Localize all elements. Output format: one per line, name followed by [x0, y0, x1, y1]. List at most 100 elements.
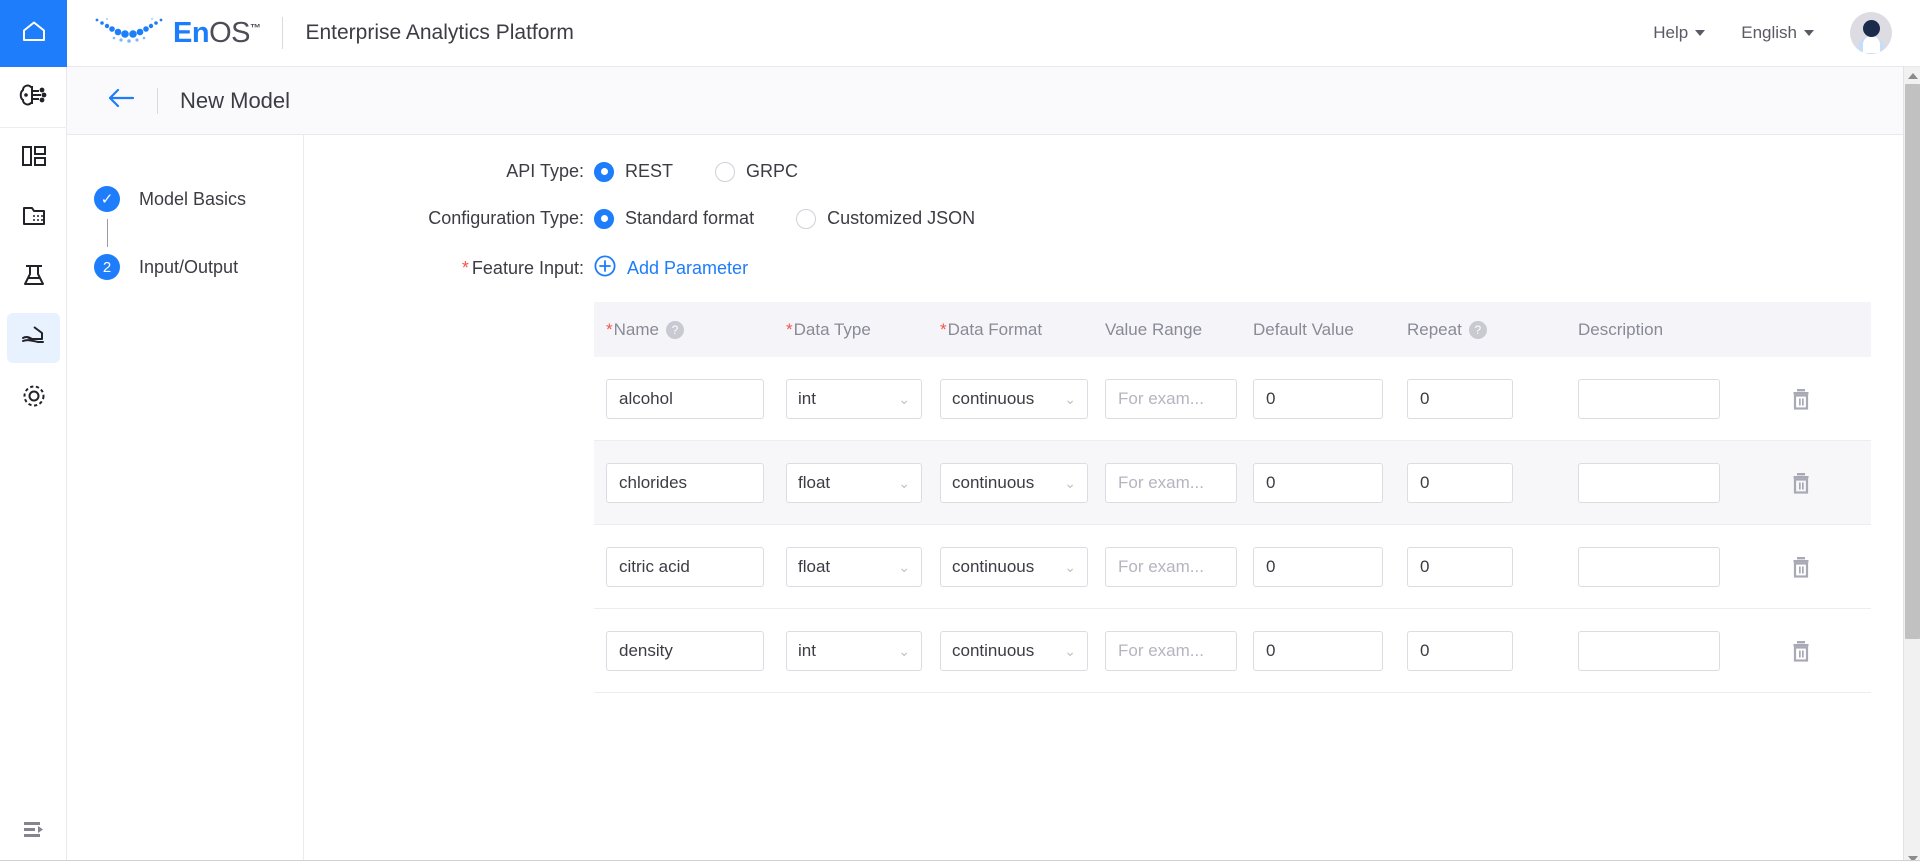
cell-name	[606, 630, 764, 671]
step-model-basics[interactable]: ✓ Model Basics	[67, 179, 303, 219]
configuration-type-row: Configuration Type: Standard format Cust…	[304, 208, 1904, 229]
default-value-input[interactable]	[1253, 462, 1383, 503]
back-button[interactable]	[107, 87, 135, 114]
vertical-scrollbar[interactable]	[1903, 67, 1920, 867]
sidebar-item-experiments[interactable]	[0, 248, 67, 308]
data-type-select[interactable]: int ⌄	[786, 378, 922, 419]
description-input[interactable]	[1578, 378, 1720, 419]
value-range-input[interactable]	[1105, 462, 1237, 503]
delete-row-button[interactable]	[1790, 387, 1812, 411]
sidebar-item-datasets[interactable]	[0, 188, 67, 248]
trash-icon	[1793, 388, 1809, 410]
delete-row-button[interactable]	[1790, 639, 1812, 663]
api-type-radio-group: REST GRPC	[594, 161, 826, 182]
value-range-input[interactable]	[1105, 630, 1237, 671]
radio-config-standard-format[interactable]: Standard format	[594, 208, 754, 229]
data-type-select[interactable]: float ⌄	[786, 546, 922, 587]
collapse-sidebar-icon	[22, 820, 46, 845]
delete-row-button[interactable]	[1790, 555, 1812, 579]
data-type-select[interactable]: int ⌄	[786, 630, 922, 671]
help-menu-label: Help	[1653, 23, 1689, 42]
description-input[interactable]	[1578, 630, 1720, 671]
ai-model-icon	[19, 82, 49, 113]
column-header-description: Description	[1578, 319, 1664, 339]
cell-repeat	[1407, 630, 1540, 671]
repeat-input[interactable]	[1407, 462, 1513, 503]
cell-value-range	[1105, 630, 1237, 671]
sidebar-item-settings[interactable]	[0, 368, 67, 428]
step-input-output[interactable]: 2 Input/Output	[67, 247, 303, 287]
configuration-type-label: Configuration Type:	[428, 208, 584, 228]
delete-row-button[interactable]	[1790, 471, 1812, 495]
data-type-value: float	[798, 556, 831, 576]
value-range-input[interactable]	[1105, 378, 1237, 419]
radio-api-type-rest[interactable]: REST	[594, 161, 673, 182]
scrollbar-thumb[interactable]	[1905, 84, 1920, 639]
top-bar: EnOS™ Enterprise Analytics Platform Help…	[0, 0, 1920, 67]
name-input[interactable]	[606, 630, 764, 671]
data-format-select[interactable]: continuous ⌄	[940, 546, 1088, 587]
column-header-data-type: *Data Type	[786, 320, 922, 340]
default-value-input[interactable]	[1253, 546, 1383, 587]
radio-label-standard-format: Standard format	[625, 208, 755, 228]
page-title: New Model	[180, 87, 291, 113]
data-format-select[interactable]: continuous ⌄	[940, 378, 1088, 419]
add-parameter-button[interactable]: Add Parameter	[594, 255, 748, 282]
cell-repeat	[1407, 462, 1540, 503]
column-header-data-type-text: Data Type	[793, 319, 871, 339]
cell-data-format: continuous ⌄	[940, 378, 1088, 419]
data-format-select[interactable]: continuous ⌄	[940, 630, 1088, 671]
cell-name	[606, 546, 764, 587]
scroll-up-button[interactable]	[1904, 67, 1920, 84]
cell-repeat	[1407, 378, 1540, 419]
help-icon[interactable]: ?	[665, 320, 684, 339]
radio-icon-selected	[594, 208, 614, 229]
dashboard-layout-icon	[21, 144, 47, 173]
help-icon[interactable]: ?	[1468, 320, 1487, 339]
description-input[interactable]	[1578, 462, 1720, 503]
cell-actions	[1756, 387, 1846, 411]
help-menu[interactable]: Help	[1653, 23, 1706, 43]
repeat-input[interactable]	[1407, 378, 1513, 419]
cell-value-range	[1105, 378, 1237, 419]
language-menu[interactable]: English	[1741, 23, 1814, 43]
brand-divider	[282, 17, 284, 49]
cell-data-format: continuous ⌄	[940, 630, 1088, 671]
data-type-value: int	[798, 388, 816, 408]
feature-input-row: * Feature Input: Add Parameter	[304, 255, 1904, 282]
plus-circle-icon	[594, 255, 616, 282]
chevron-down-icon	[1695, 30, 1706, 36]
enos-swoosh-icon	[91, 14, 169, 53]
default-value-input[interactable]	[1253, 378, 1383, 419]
repeat-input[interactable]	[1407, 546, 1513, 587]
table-row: int ⌄ continuous ⌄	[594, 609, 1871, 693]
home-button[interactable]	[0, 0, 67, 67]
cell-data-type: int ⌄	[786, 630, 922, 671]
sidebar-item-ai-model[interactable]	[0, 67, 67, 127]
column-header-name: *Name ?	[606, 320, 764, 340]
avatar-head	[1862, 20, 1880, 37]
value-range-input[interactable]	[1105, 546, 1237, 587]
data-type-select[interactable]: float ⌄	[786, 462, 922, 503]
name-input[interactable]	[606, 546, 764, 587]
radio-api-type-grpc[interactable]: GRPC	[715, 161, 798, 182]
brand-area: EnOS™ Enterprise Analytics Platform	[67, 0, 574, 67]
collapse-sidebar-button[interactable]	[0, 797, 67, 867]
cell-description	[1578, 378, 1756, 419]
avatar[interactable]	[1850, 12, 1892, 54]
repeat-input[interactable]	[1407, 630, 1513, 671]
brand-os: OS	[209, 16, 250, 49]
data-format-select[interactable]: continuous ⌄	[940, 462, 1088, 503]
name-input[interactable]	[606, 462, 764, 503]
table-row: float ⌄ continuous ⌄	[594, 441, 1871, 525]
cell-data-format: continuous ⌄	[940, 546, 1088, 587]
cell-description	[1578, 546, 1756, 587]
cell-value-range	[1105, 546, 1237, 587]
name-input[interactable]	[606, 378, 764, 419]
language-menu-label: English	[1741, 23, 1797, 42]
default-value-input[interactable]	[1253, 630, 1383, 671]
sidebar-item-model-serving[interactable]	[0, 308, 67, 368]
sidebar-item-dashboard[interactable]	[0, 128, 67, 188]
radio-config-customized-json[interactable]: Customized JSON	[796, 208, 975, 229]
description-input[interactable]	[1578, 546, 1720, 587]
